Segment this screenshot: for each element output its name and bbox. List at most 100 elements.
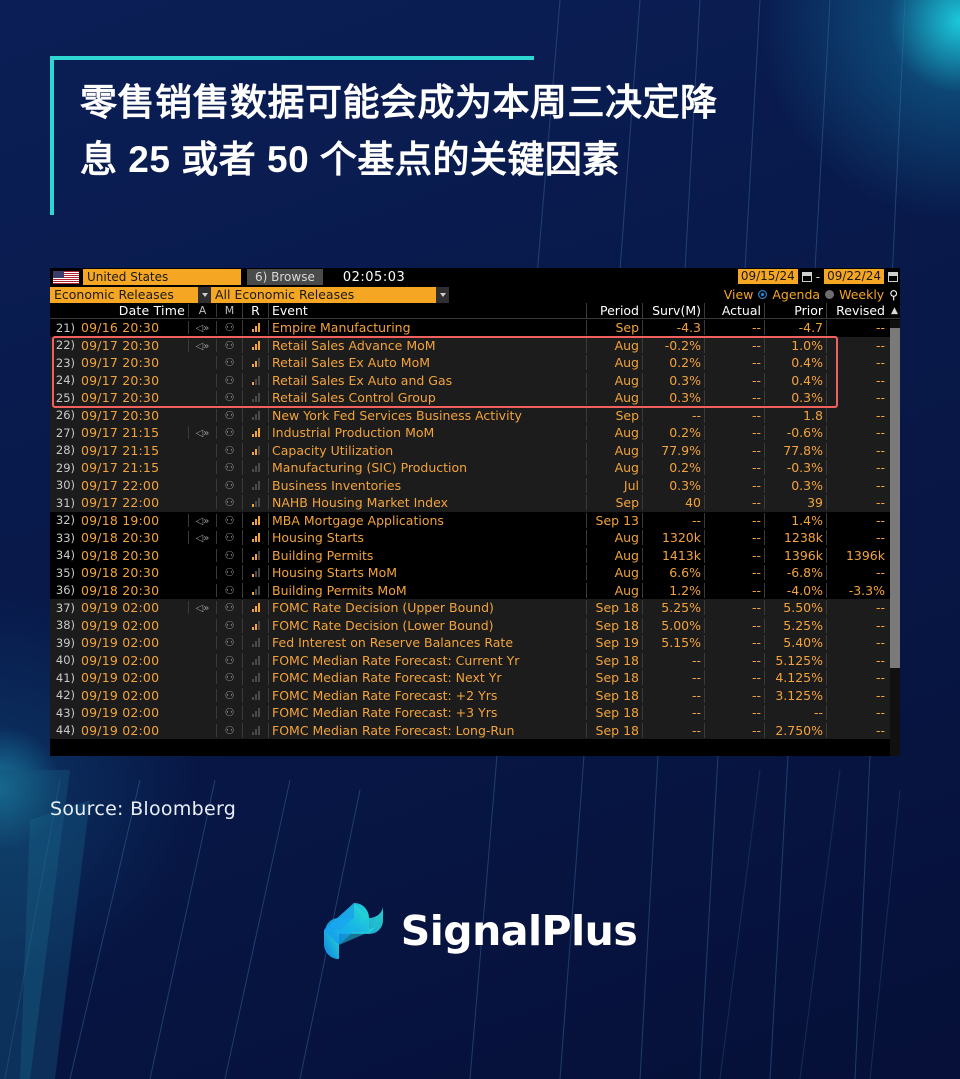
- person-search-icon[interactable]: ⚲: [889, 288, 898, 302]
- bell-icon[interactable]: ⚇: [225, 321, 235, 334]
- bell-icon[interactable]: ⚇: [225, 391, 235, 404]
- row-monitor-cell[interactable]: ⚇: [216, 496, 242, 510]
- row-monitor-cell[interactable]: ⚇: [216, 391, 242, 405]
- bell-icon[interactable]: ⚇: [225, 706, 235, 719]
- bell-icon[interactable]: ⚇: [225, 479, 235, 492]
- row-monitor-cell[interactable]: ⚇: [216, 531, 242, 545]
- bell-icon[interactable]: ⚇: [225, 636, 235, 649]
- date-from-input[interactable]: 09/15/24: [737, 269, 798, 284]
- row-event-name[interactable]: Capacity Utilization: [268, 442, 586, 458]
- row-event-name[interactable]: FOMC Median Rate Forecast: +3 Yrs: [268, 705, 586, 721]
- row-alert-cell[interactable]: ◁»: [188, 338, 216, 352]
- speaker-icon[interactable]: ◁»: [196, 603, 210, 614]
- row-monitor-cell[interactable]: ⚇: [216, 671, 242, 685]
- date-to-input[interactable]: 09/22/24: [824, 269, 884, 284]
- row-monitor-cell[interactable]: ⚇: [216, 478, 242, 492]
- row-event-name[interactable]: Retail Sales Ex Auto and Gas: [268, 372, 586, 388]
- row-event-name[interactable]: MBA Mortgage Applications: [268, 512, 586, 528]
- row-event-name[interactable]: Industrial Production MoM: [268, 425, 586, 441]
- row-event-name[interactable]: Retail Sales Control Group: [268, 390, 586, 406]
- row-monitor-cell[interactable]: ⚇: [216, 706, 242, 720]
- row-alert-cell[interactable]: ◁»: [188, 513, 216, 527]
- table-row[interactable]: 44) 09/19 02:00 ⚇ FOMC Median Rate Forecast…: [50, 721, 900, 739]
- speaker-icon[interactable]: ◁»: [196, 341, 210, 352]
- bell-icon[interactable]: ⚇: [225, 514, 235, 527]
- table-row[interactable]: 33) 09/18 20:30 ◁» ⚇ Housing Starts Aug 1320k -…: [50, 529, 900, 547]
- table-row[interactable]: 34) 09/18 20:30 ⚇ Building Permits Aug 1413k -…: [50, 546, 900, 564]
- bell-icon[interactable]: ⚇: [225, 496, 235, 509]
- bell-icon[interactable]: ⚇: [225, 601, 235, 614]
- row-event-name[interactable]: FOMC Rate Decision (Upper Bound): [268, 600, 586, 616]
- row-event-name[interactable]: Housing Starts MoM: [268, 565, 586, 581]
- table-row[interactable]: 30) 09/17 22:00 ⚇ Business Inventories Jul 0.…: [50, 476, 900, 494]
- category-select-value[interactable]: Economic Releases: [50, 286, 198, 303]
- filter-select[interactable]: All Economic Releases: [211, 286, 449, 303]
- row-monitor-cell[interactable]: ⚇: [216, 443, 242, 457]
- radio-agenda[interactable]: [758, 290, 768, 299]
- bell-icon[interactable]: ⚇: [225, 339, 235, 352]
- th-date-time[interactable]: Date Time: [78, 303, 188, 318]
- table-row[interactable]: 25) 09/17 20:30 ⚇ Retail Sales Control Grou…: [50, 389, 900, 407]
- th-revised[interactable]: Revised: [826, 303, 888, 318]
- row-monitor-cell[interactable]: ⚇: [216, 653, 242, 667]
- table-row[interactable]: 38) 09/19 02:00 ⚇ FOMC Rate Decision (Lower…: [50, 616, 900, 634]
- row-alert-cell[interactable]: ◁»: [188, 426, 216, 440]
- table-row[interactable]: 28) 09/17 21:15 ⚇ Capacity Utilization Aug 77…: [50, 441, 900, 459]
- row-event-name[interactable]: Building Permits MoM: [268, 582, 586, 598]
- row-event-name[interactable]: FOMC Median Rate Forecast: Long-Run: [268, 722, 586, 738]
- th-event[interactable]: Event: [268, 303, 586, 318]
- row-monitor-cell[interactable]: ⚇: [216, 513, 242, 527]
- row-event-name[interactable]: Housing Starts: [268, 530, 586, 546]
- bell-icon[interactable]: ⚇: [225, 426, 235, 439]
- table-row[interactable]: 42) 09/19 02:00 ⚇ FOMC Median Rate Forecast…: [50, 686, 900, 704]
- bell-icon[interactable]: ⚇: [225, 724, 235, 737]
- row-monitor-cell[interactable]: ⚇: [216, 566, 242, 580]
- th-alert[interactable]: A: [188, 304, 216, 317]
- calendar-icon-to[interactable]: [888, 271, 898, 282]
- row-event-name[interactable]: FOMC Median Rate Forecast: +2 Yrs: [268, 687, 586, 703]
- table-row[interactable]: 41) 09/19 02:00 ⚇ FOMC Median Rate Forecast…: [50, 669, 900, 687]
- row-monitor-cell[interactable]: ⚇: [216, 723, 242, 737]
- th-prior[interactable]: Prior: [764, 303, 826, 318]
- row-monitor-cell[interactable]: ⚇: [216, 461, 242, 475]
- table-row[interactable]: 24) 09/17 20:30 ⚇ Retail Sales Ex Auto and …: [50, 371, 900, 389]
- chevron-down-icon-category[interactable]: [198, 286, 211, 303]
- row-event-name[interactable]: Building Permits: [268, 547, 586, 563]
- bell-icon[interactable]: ⚇: [225, 444, 235, 457]
- speaker-icon[interactable]: ◁»: [196, 516, 210, 527]
- bell-icon[interactable]: ⚇: [225, 689, 235, 702]
- bell-icon[interactable]: ⚇: [225, 461, 235, 474]
- table-row[interactable]: 35) 09/18 20:30 ⚇ Housing Starts MoM Aug 6.6%…: [50, 564, 900, 582]
- bell-icon[interactable]: ⚇: [225, 654, 235, 667]
- weekly-label[interactable]: Weekly: [839, 287, 884, 302]
- table-row[interactable]: 32) 09/18 19:00 ◁» ⚇ MBA Mortgage Applicatio…: [50, 511, 900, 529]
- bell-icon[interactable]: ⚇: [225, 619, 235, 632]
- th-actual[interactable]: Actual: [704, 303, 764, 318]
- speaker-icon[interactable]: ◁»: [196, 428, 210, 439]
- bell-icon[interactable]: ⚇: [225, 531, 235, 544]
- calendar-icon-from[interactable]: [801, 271, 812, 282]
- row-monitor-cell[interactable]: ⚇: [216, 321, 242, 335]
- row-event-name[interactable]: NAHB Housing Market Index: [268, 495, 586, 511]
- table-row[interactable]: 26) 09/17 20:30 ⚇ New York Fed Services Bus…: [50, 406, 900, 424]
- row-monitor-cell[interactable]: ⚇: [216, 601, 242, 615]
- country-input[interactable]: United States: [83, 269, 241, 285]
- radio-weekly[interactable]: [825, 290, 835, 299]
- table-row[interactable]: 29) 09/17 21:15 ⚇ Manufacturing (SIC) Produ…: [50, 459, 900, 477]
- row-event-name[interactable]: FOMC Median Rate Forecast: Current Yr: [268, 652, 586, 668]
- row-event-name[interactable]: Retail Sales Advance MoM: [268, 337, 586, 353]
- table-row[interactable]: 31) 09/17 22:00 ⚇ NAHB Housing Market Index…: [50, 494, 900, 512]
- table-row[interactable]: 43) 09/19 02:00 ⚇ FOMC Median Rate Forecast…: [50, 704, 900, 722]
- th-period[interactable]: Period: [586, 303, 642, 318]
- row-event-name[interactable]: FOMC Rate Decision (Lower Bound): [268, 617, 586, 633]
- row-monitor-cell[interactable]: ⚇: [216, 408, 242, 422]
- table-row[interactable]: 39) 09/19 02:00 ⚇ Fed Interest on Reserve B…: [50, 634, 900, 652]
- row-event-name[interactable]: Manufacturing (SIC) Production: [268, 460, 586, 476]
- row-event-name[interactable]: New York Fed Services Business Activity: [268, 407, 586, 423]
- bell-icon[interactable]: ⚇: [225, 409, 235, 422]
- row-event-name[interactable]: Business Inventories: [268, 477, 586, 493]
- row-monitor-cell[interactable]: ⚇: [216, 583, 242, 597]
- scrollbar-thumb[interactable]: [890, 328, 900, 668]
- row-monitor-cell[interactable]: ⚇: [216, 373, 242, 387]
- bell-icon[interactable]: ⚇: [225, 549, 235, 562]
